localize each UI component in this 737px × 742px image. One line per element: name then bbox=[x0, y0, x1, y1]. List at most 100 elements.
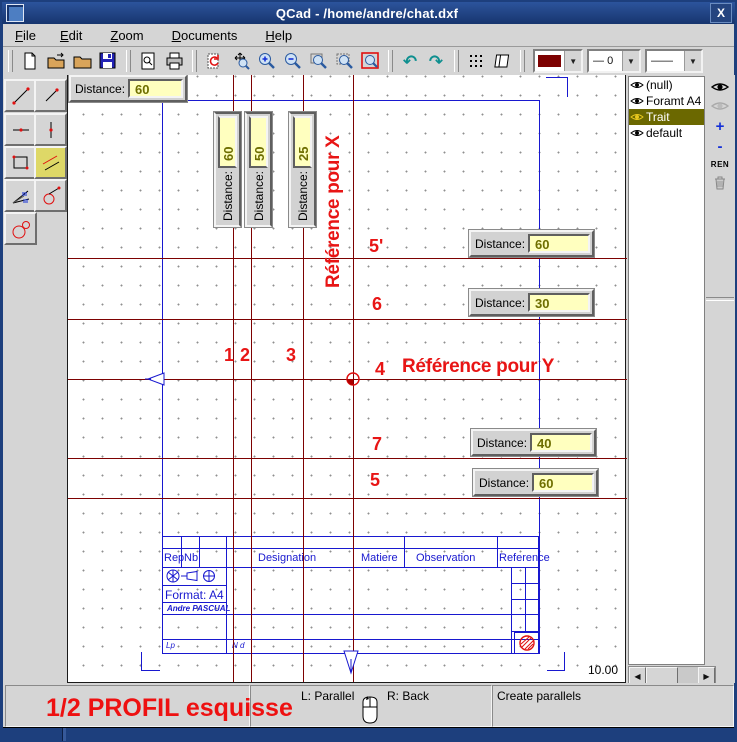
tool-circle-tangent[interactable] bbox=[34, 179, 67, 212]
title-block-line bbox=[511, 583, 539, 584]
title-block-line bbox=[162, 639, 539, 640]
label-reference-x: Référence pour X bbox=[323, 103, 353, 288]
title-block-header-rep: Rep bbox=[164, 552, 184, 564]
open-file-button[interactable] bbox=[43, 48, 69, 74]
open-folder-button[interactable] bbox=[69, 48, 95, 74]
sheet-corner-mark-bottomleft bbox=[141, 652, 160, 671]
distance-input[interactable]: 25 bbox=[293, 116, 312, 168]
layer-row-null[interactable]: (null) bbox=[629, 77, 704, 93]
eye-icon[interactable] bbox=[630, 96, 644, 106]
delete-layer-button[interactable] bbox=[708, 173, 732, 191]
new-file-button[interactable] bbox=[17, 48, 43, 74]
distance-label: Distance: bbox=[252, 168, 266, 225]
rename-layer-button[interactable]: REN bbox=[708, 155, 732, 173]
eye-icon[interactable] bbox=[630, 128, 644, 138]
zoom-previous-button[interactable] bbox=[357, 48, 383, 74]
chevron-down-icon: ▼ bbox=[684, 51, 701, 71]
zoom-in-button[interactable] bbox=[253, 48, 279, 74]
toolbar-grip[interactable] bbox=[454, 50, 459, 72]
tool-line-2points[interactable] bbox=[4, 79, 37, 112]
redraw-button[interactable] bbox=[201, 48, 227, 74]
title-block-line bbox=[162, 567, 539, 568]
layer-list-button[interactable] bbox=[489, 48, 515, 74]
distance-label: Distance: bbox=[71, 82, 128, 96]
layer-name: (null) bbox=[646, 78, 673, 92]
distance-box-right-3: Distance:40 bbox=[471, 429, 596, 456]
menu-documents[interactable]: Documents bbox=[166, 26, 244, 45]
layer-name: default bbox=[646, 126, 682, 140]
title-block-line bbox=[162, 614, 539, 615]
line-width-select[interactable]: — 0▼ bbox=[587, 49, 641, 73]
resize-notch bbox=[62, 728, 66, 741]
panel-separator bbox=[706, 297, 734, 301]
mouse-icon bbox=[358, 696, 382, 731]
redo-button[interactable]: ↷ bbox=[423, 48, 449, 74]
menu-file[interactable]: File bbox=[9, 26, 42, 45]
main-toolbar: ↶ ↷ ▼ — 0▼ ——▼ bbox=[3, 47, 734, 76]
title-block-header-reference: Reference bbox=[499, 552, 550, 564]
toolbar-grip[interactable] bbox=[192, 50, 197, 72]
tool-rectangle[interactable] bbox=[4, 146, 37, 179]
title-block-line bbox=[226, 536, 227, 654]
label-4: 4 bbox=[375, 359, 385, 380]
menu-edit[interactable]: Edit bbox=[54, 26, 88, 45]
distance-input[interactable]: 50 bbox=[249, 116, 268, 168]
distance-input[interactable]: 60 bbox=[128, 79, 183, 98]
tool-two-circles[interactable] bbox=[4, 212, 37, 245]
distance-input[interactable]: 60 bbox=[528, 234, 590, 253]
label-7: 7 bbox=[372, 434, 382, 455]
add-layer-button[interactable]: + bbox=[708, 117, 732, 135]
construction-line-h-6 bbox=[68, 319, 627, 320]
grid-toggle-button[interactable] bbox=[463, 48, 489, 74]
print-button[interactable] bbox=[161, 48, 187, 74]
menu-zoom[interactable]: Zoom bbox=[104, 26, 149, 45]
tool-line-angle[interactable] bbox=[34, 79, 67, 112]
distance-input[interactable]: 40 bbox=[530, 433, 592, 452]
pan-zoom-button[interactable] bbox=[227, 48, 253, 74]
tool-horizontal-line[interactable] bbox=[4, 113, 37, 146]
qcad-window: QCad - /home/andre/chat.dxf X File Edit … bbox=[0, 0, 737, 742]
title-block-line bbox=[497, 536, 498, 567]
window-menu-icon[interactable] bbox=[6, 4, 24, 22]
distance-input[interactable]: 60 bbox=[218, 116, 237, 168]
distance-input[interactable]: 60 bbox=[532, 473, 594, 492]
tool-vertical-line[interactable] bbox=[34, 113, 67, 146]
print-preview-button[interactable] bbox=[135, 48, 161, 74]
reference-y-arrow-icon bbox=[144, 370, 166, 393]
tool-parallel-lines[interactable] bbox=[34, 146, 67, 179]
action-hint: Create parallels bbox=[497, 689, 581, 703]
drawing-canvas[interactable]: Rep Nb Designation Matiere Observation R… bbox=[67, 75, 627, 683]
toolbar-grip[interactable] bbox=[126, 50, 131, 72]
status-section-mouse: L: Parallel R: Back bbox=[250, 685, 492, 727]
show-all-layers-button[interactable] bbox=[708, 78, 732, 96]
trash-icon bbox=[712, 174, 728, 190]
tool-bisector[interactable] bbox=[4, 179, 37, 212]
remove-layer-button[interactable]: - bbox=[708, 137, 732, 155]
save-button[interactable] bbox=[95, 48, 121, 74]
distance-input[interactable]: 30 bbox=[528, 293, 590, 312]
construction-line-h-5 bbox=[68, 498, 627, 499]
title-block-line bbox=[199, 536, 200, 567]
sheet-frame-top bbox=[162, 100, 540, 101]
close-button[interactable]: X bbox=[710, 3, 732, 23]
label-1: 1 bbox=[224, 345, 234, 366]
eye-icon[interactable] bbox=[630, 80, 644, 90]
status-section-left: 1/2 PROFIL esquisse bbox=[5, 685, 250, 727]
line-style-select[interactable]: ——▼ bbox=[645, 49, 703, 73]
layer-row-trait-selected[interactable]: Trait bbox=[629, 109, 704, 125]
undo-button[interactable]: ↶ bbox=[397, 48, 423, 74]
layer-row-default[interactable]: default bbox=[629, 125, 704, 141]
hide-all-layers-button[interactable] bbox=[708, 97, 732, 115]
zoom-out-button[interactable] bbox=[279, 48, 305, 74]
toolbar-grip[interactable] bbox=[520, 50, 525, 72]
color-select[interactable]: ▼ bbox=[533, 49, 583, 73]
layer-row-format[interactable]: Foramt A4 bbox=[629, 93, 704, 109]
zoom-window-button[interactable] bbox=[305, 48, 331, 74]
title-block-mark1: Lp bbox=[166, 641, 175, 650]
eye-icon[interactable] bbox=[630, 112, 644, 122]
toolbar-grip[interactable] bbox=[388, 50, 393, 72]
menu-help[interactable]: Help bbox=[259, 26, 298, 45]
zoom-auto-button[interactable] bbox=[331, 48, 357, 74]
toolbar-grip[interactable] bbox=[8, 50, 13, 72]
distance-box-right-4: Distance:60 bbox=[473, 469, 598, 496]
